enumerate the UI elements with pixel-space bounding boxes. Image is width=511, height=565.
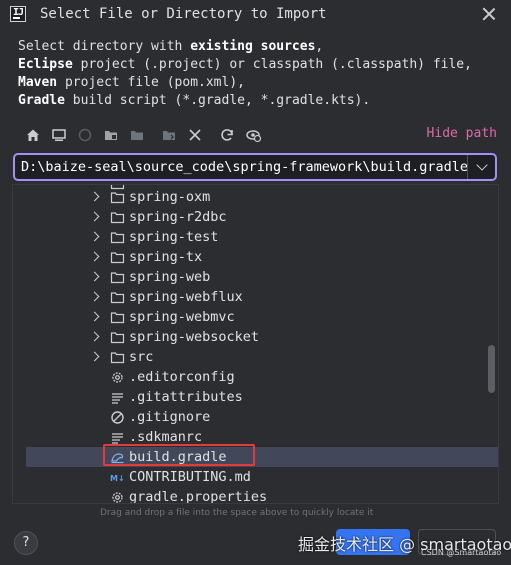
chevron-right-icon[interactable] [89,231,100,242]
folder-icon [110,350,125,365]
bookmark-folder-icon [160,126,178,144]
new-folder-icon [128,126,146,144]
tree-item-label: spring-test [129,229,219,245]
path-combobox[interactable]: D:\baize-seal\source_code\spring-framewo… [13,153,497,181]
folder-icon [110,270,125,285]
dialog-title: Select File or Directory to Import [40,6,327,22]
tree-row[interactable]: spring-web [13,267,498,287]
folder-icon [110,250,125,265]
dialog-description: Select directory with existing sources, … [18,38,472,110]
chevron-down-icon[interactable] [476,159,488,171]
hide-path-link[interactable]: Hide path [427,126,497,141]
config-file-icon [110,370,125,385]
show-hidden-files-icon[interactable] [244,126,262,144]
tree-item-label: spring-web [129,269,211,285]
tree-row[interactable]: spring-test [13,227,498,247]
refresh-icon[interactable] [218,126,236,144]
properties-icon [110,490,125,503]
module-folder-icon[interactable] [102,126,120,144]
tree-item-label: spring-r2dbc [129,209,227,225]
tree-row[interactable]: spring-oxm [13,187,498,207]
tree-row[interactable]: src [13,347,498,367]
watermark-subtext: CSDN @Smartaotao [421,548,502,557]
tree-scrollbar[interactable] [488,345,495,393]
tree-item-label: spring-webflux [129,289,243,305]
folder-icon [110,210,125,225]
chevron-right-icon[interactable] [89,331,100,342]
tree-row[interactable]: spring-tx [13,247,498,267]
intellij-app-icon: IJ [10,6,26,22]
tree-item-label: spring-tx [129,249,203,265]
folder-icon [110,190,125,205]
folder-icon [110,290,125,305]
tree-item-label: .editorconfig [129,369,235,385]
tree-row[interactable]: build.gradle [26,447,498,467]
folder-icon [110,330,125,345]
chevron-right-icon[interactable] [89,191,100,202]
folder-icon [110,230,125,245]
title-bar: IJ Select File or Directory to Import [0,0,511,30]
tree-item-label: spring-oxm [129,189,211,205]
text-file-icon [110,430,125,445]
home-icon[interactable] [24,126,42,144]
tree-row[interactable]: .gitattributes [13,387,498,407]
markdown-icon: M↓ [110,470,125,485]
tree-row[interactable]: spring-r2dbc [13,207,498,227]
description-line-4: Gradle build script (*.gradle, *.gradle.… [18,93,371,108]
chevron-right-icon[interactable] [89,271,100,282]
close-icon[interactable] [481,6,497,22]
text-file-icon [110,390,125,405]
tree-row[interactable]: .gitignore [13,407,498,427]
tree-item-label: gradle.properties [129,489,268,504]
chevron-right-icon[interactable] [89,311,100,322]
description-line-1: Select directory with existing sources, [18,39,324,54]
tree-row[interactable]: .editorconfig [13,367,498,387]
tree-item-label: .sdkmanrc [129,429,203,445]
chevron-right-icon[interactable] [89,351,100,362]
chevron-right-icon[interactable] [89,291,100,302]
gitignore-icon [110,410,125,425]
tree-row[interactable]: spring-webmvc [13,307,498,327]
tree-item-label: spring-webmvc [129,309,235,325]
chevron-right-icon[interactable] [89,251,100,262]
folder-icon [110,310,125,325]
path-input[interactable]: D:\baize-seal\source_code\spring-framewo… [21,159,468,175]
tree-row[interactable]: gradle.properties [13,487,498,504]
drag-drop-hint: Drag and drop a file into the space abov… [100,508,374,518]
delete-icon[interactable] [186,126,204,144]
tree-item-label: CONTRIBUTING.md [129,469,251,485]
help-button[interactable]: ? [14,531,38,555]
selection-highlight-annotation [103,444,255,466]
tree-row[interactable]: spring-websocket [13,327,498,347]
tree-item-label: .gitattributes [129,389,243,405]
description-line-3: Maven project file (pom.xml), [18,75,245,90]
project-icon [76,126,94,144]
description-line-2: Eclipse project (.project) or classpath … [18,57,472,72]
tree-row[interactable]: M↓ CONTRIBUTING.md [13,467,498,487]
tree-row[interactable]: spring-webflux [13,287,498,307]
desktop-icon[interactable] [50,126,68,144]
tree-item-label: src [129,349,154,365]
svg-text:M↓: M↓ [110,474,125,483]
file-tree[interactable]: spring-oxm spring-r2dbc spring-test spring-… [12,184,499,504]
chevron-right-icon[interactable] [89,211,100,222]
tree-item-label: .gitignore [129,409,211,425]
tree-item-label: spring-websocket [129,329,260,345]
tree-row[interactable]: .sdkmanrc [13,427,498,447]
